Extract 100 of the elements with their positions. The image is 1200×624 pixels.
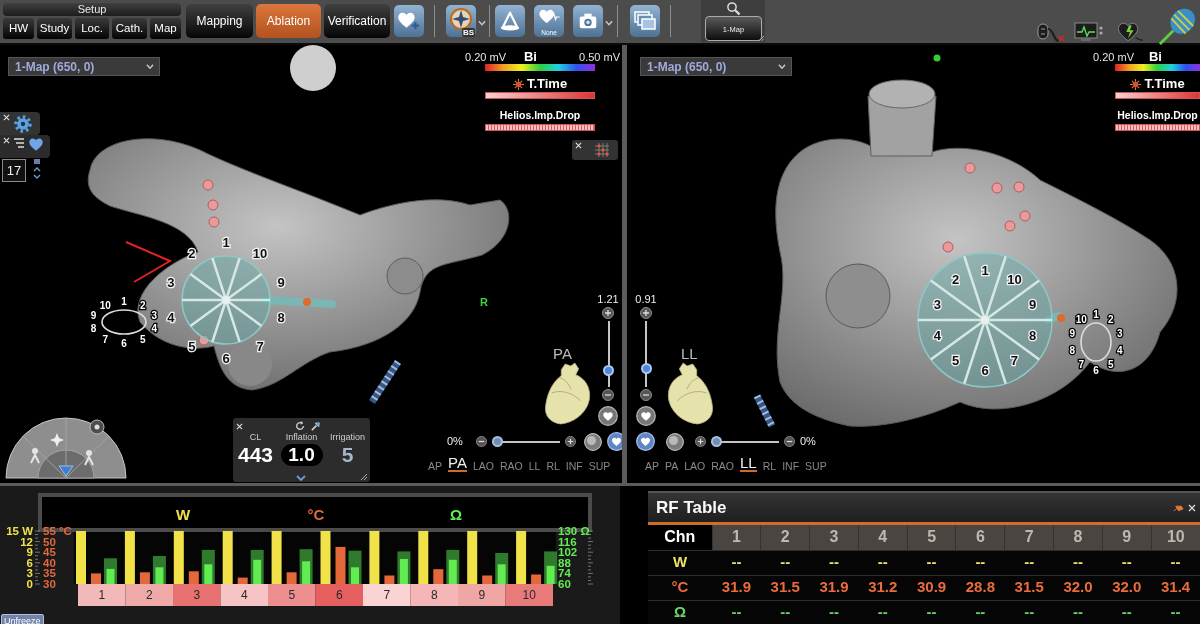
tool-icon[interactable] bbox=[310, 420, 321, 432]
add-heart-button[interactable] bbox=[394, 5, 424, 37]
legend-title: T.Time bbox=[526, 77, 568, 91]
view-direction-tab[interactable]: INF bbox=[782, 460, 800, 472]
view-direction-tab[interactable]: AP bbox=[428, 460, 442, 472]
table-cell: 31.9 bbox=[712, 575, 761, 600]
compass-button[interactable]: BS bbox=[446, 5, 476, 37]
tag-cluster-icon bbox=[1130, 78, 1142, 90]
view-direction-tab[interactable]: LL bbox=[740, 455, 757, 472]
minus-icon[interactable] bbox=[784, 436, 795, 447]
setup-button[interactable]: HW bbox=[3, 18, 34, 39]
number-field[interactable]: 17 bbox=[2, 159, 26, 182]
table-cell: -- bbox=[1151, 600, 1200, 624]
close-icon[interactable] bbox=[1188, 503, 1196, 512]
resize-grip-icon[interactable] bbox=[759, 36, 764, 41]
close-icon[interactable] bbox=[236, 422, 243, 430]
camera-button[interactable] bbox=[573, 5, 603, 37]
heart-plus-icon bbox=[397, 10, 421, 32]
electrode-label: 8 bbox=[277, 310, 285, 326]
column-header: 3 bbox=[809, 525, 859, 550]
map-dropdown[interactable]: 1-Map (650, 0) bbox=[8, 57, 160, 76]
series-header: Ω bbox=[450, 506, 462, 523]
close-icon[interactable] bbox=[575, 142, 582, 149]
table-cell: 32.0 bbox=[1102, 575, 1152, 600]
caret-icon bbox=[778, 63, 786, 70]
view-direction-tab[interactable]: RAO bbox=[499, 460, 523, 472]
map-dropdown[interactable]: 1-Map (650, 0) bbox=[640, 57, 792, 76]
temperature-bar bbox=[237, 577, 248, 584]
legend-max-label: 0.50 mV bbox=[579, 52, 620, 63]
view-direction-tab[interactable]: AP bbox=[645, 460, 659, 472]
slider-thumb[interactable] bbox=[602, 365, 614, 376]
minus-icon[interactable] bbox=[475, 436, 487, 447]
view-direction-tab[interactable]: LAO bbox=[684, 460, 706, 472]
axis-tick-label: 130 Ω bbox=[558, 525, 590, 537]
caret-icon[interactable] bbox=[605, 19, 613, 27]
plus-icon[interactable] bbox=[564, 436, 576, 447]
view-direction-tab[interactable]: PA bbox=[665, 460, 679, 472]
windows-icon bbox=[633, 10, 657, 32]
caret-icon[interactable] bbox=[58, 465, 74, 477]
temperature-bar bbox=[335, 546, 346, 584]
metric-label: CL bbox=[249, 432, 262, 443]
close-icon[interactable] bbox=[3, 137, 10, 144]
view-direction-tab[interactable]: LAO bbox=[472, 460, 494, 472]
search-icon[interactable] bbox=[726, 1, 741, 16]
series-header: W bbox=[175, 506, 191, 523]
view-direction-tab[interactable]: SUP bbox=[805, 460, 827, 472]
slider-thumb[interactable] bbox=[711, 436, 722, 447]
axis-tick-label: 15 W bbox=[6, 525, 33, 537]
caret-icon[interactable] bbox=[478, 19, 486, 27]
zoom-in-icon[interactable] bbox=[602, 307, 614, 319]
plug-icon[interactable] bbox=[1036, 20, 1066, 44]
electrode-label: 6 bbox=[121, 337, 127, 349]
unfreeze-button[interactable]: Unfreeze bbox=[1, 614, 44, 624]
electrode-label: 9 bbox=[1069, 327, 1075, 339]
view-direction-tab[interactable]: LL bbox=[528, 460, 541, 472]
table-cell: -- bbox=[907, 550, 956, 575]
setup-button[interactable]: Map bbox=[150, 18, 181, 39]
view-direction-tab[interactable]: RAO bbox=[711, 460, 735, 472]
resize-grip-icon[interactable] bbox=[361, 474, 367, 480]
setup-button[interactable]: Loc. bbox=[75, 18, 109, 39]
balloon-catheter-icon[interactable] bbox=[1158, 6, 1196, 46]
sparkle-icon[interactable] bbox=[50, 433, 64, 447]
workflow-tab[interactable]: Mapping bbox=[186, 4, 253, 38]
zoom-in-icon[interactable] bbox=[640, 307, 652, 319]
view-direction-tab[interactable]: RL bbox=[546, 460, 560, 472]
view-direction-tab[interactable]: INF bbox=[565, 460, 583, 472]
setup-button[interactable]: Cath. bbox=[112, 18, 147, 39]
close-icon[interactable] bbox=[3, 114, 10, 121]
slider-thumb[interactable] bbox=[491, 436, 503, 447]
chevron-icon[interactable] bbox=[296, 475, 306, 481]
axis-tick-label: 12 bbox=[20, 535, 33, 548]
workflow-tab[interactable]: Verification bbox=[324, 4, 390, 38]
dot-grid-icon[interactable] bbox=[593, 142, 611, 158]
triangle-button[interactable] bbox=[495, 5, 525, 37]
plus-icon[interactable] bbox=[695, 436, 706, 447]
view-direction-tab[interactable]: PA bbox=[448, 455, 467, 472]
workflow-tab[interactable]: Ablation bbox=[256, 4, 321, 38]
refresh-icon[interactable] bbox=[295, 421, 305, 431]
figure-icon[interactable] bbox=[84, 450, 94, 466]
view-direction-tab[interactable]: SUP bbox=[588, 460, 611, 472]
zoom-out-icon[interactable] bbox=[640, 389, 652, 401]
setup-button[interactable]: Study bbox=[37, 18, 72, 39]
x-tick-label: 10 bbox=[522, 588, 537, 602]
x-tick-label: 2 bbox=[145, 588, 153, 602]
figure-icon[interactable] bbox=[30, 448, 40, 464]
pin-icon[interactable] bbox=[1173, 503, 1184, 512]
ablation-tag-icon bbox=[198, 334, 210, 346]
gear-icon[interactable] bbox=[13, 114, 33, 134]
power-bar bbox=[516, 531, 527, 584]
metric-value: 1.0 bbox=[280, 444, 323, 466]
zoom-out-icon[interactable] bbox=[602, 389, 614, 401]
windows-button[interactable] bbox=[630, 5, 660, 37]
electrode-label: 4 bbox=[151, 323, 158, 334]
dial-knob-icon[interactable] bbox=[89, 419, 105, 435]
slider-thumb[interactable] bbox=[640, 363, 652, 375]
view-direction-tab[interactable]: RL bbox=[762, 460, 777, 472]
sphere-icon[interactable] bbox=[666, 432, 684, 451]
heart-icon[interactable] bbox=[28, 137, 44, 151]
list-icon[interactable] bbox=[13, 137, 25, 149]
sphere-icon[interactable] bbox=[583, 432, 602, 451]
